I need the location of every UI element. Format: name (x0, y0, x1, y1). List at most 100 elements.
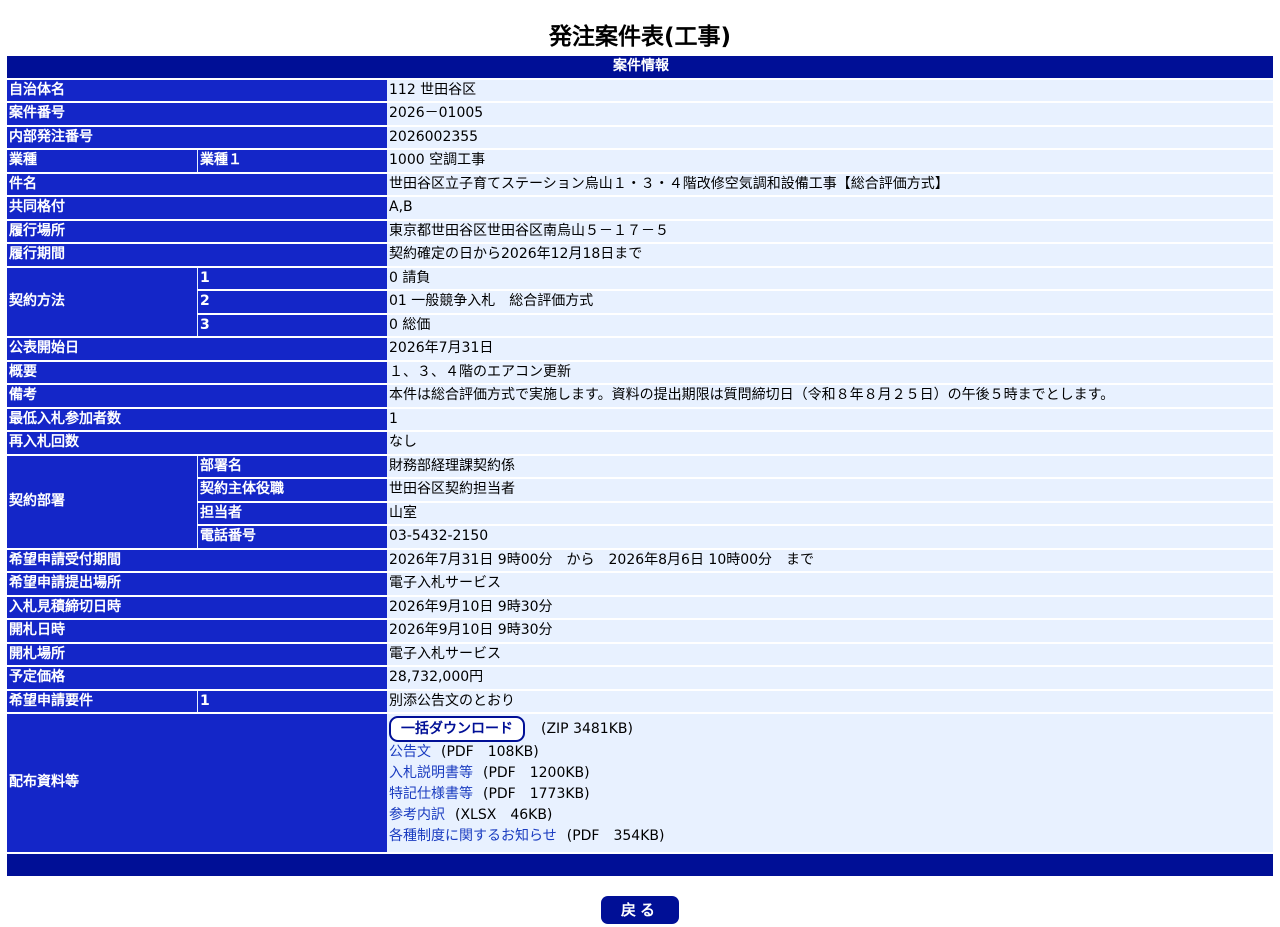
row-yoken: 希望申請要件 1 別添公告文のとおり (7, 690, 1273, 712)
value-shimekiri: 2026年9月10日 9時30分 (387, 596, 1273, 618)
value-hoho-3: 0 総価 (387, 314, 1273, 336)
value-hoho-1: 0 請負 (387, 267, 1273, 289)
label-kohyo: 公表開始日 (7, 338, 387, 360)
footer-bar (7, 854, 1273, 876)
label-gaiyo: 概要 (7, 361, 387, 383)
label-sainyu: 再入札回数 (7, 432, 387, 454)
row-basho: 履行場所 東京都世田谷区世田谷区南烏山５－１７－５ (7, 220, 1273, 242)
sublabel-busho-4: 電話番号 (197, 526, 387, 548)
doc-item: 特記仕様書等 (PDF 1773KB) (389, 784, 1273, 805)
row-kyodo: 共同格付 A,B (7, 197, 1273, 219)
back-button[interactable]: 戻る (601, 896, 679, 924)
label-kaisatsu: 開札日時 (7, 620, 387, 642)
row-teishutsu: 希望申請提出場所 電子入札サービス (7, 573, 1273, 595)
row-anken-no: 案件番号 2026－01005 (7, 103, 1273, 125)
doc-item: 各種制度に関するお知らせ (PDF 354KB) (389, 826, 1273, 847)
value-biko: 本件は総合評価方式で実施します。資料の提出期限は質問締切日（令和８年８月２５日）… (387, 385, 1273, 407)
row-biko: 備考 本件は総合評価方式で実施します。資料の提出期限は質問締切日（令和８年８月２… (7, 385, 1273, 407)
value-busho-3: 山室 (387, 502, 1273, 524)
label-gyoshu: 業種 (7, 150, 197, 172)
section-header: 案件情報 (7, 56, 1273, 78)
label-kyodo: 共同格付 (7, 197, 387, 219)
sublabel-gyoshu: 業種１ (197, 150, 387, 172)
value-kaisatsu-basho: 電子入札サービス (387, 643, 1273, 665)
value-hoho-2: 01 一般競争入札 総合評価方式 (387, 291, 1273, 313)
row-uketsuke: 希望申請受付期間 2026年7月31日 9時00分 から 2026年8月6日 1… (7, 549, 1273, 571)
doc-link-shiyosho[interactable]: 特記仕様書等 (389, 786, 473, 802)
label-yoken: 希望申請要件 (7, 690, 197, 712)
page-title: 発注案件表(工事) (548, 24, 732, 50)
value-kohyo: 2026年7月31日 (387, 338, 1273, 360)
value-saitei: 1 (387, 408, 1273, 430)
row-kaisatsu-basho: 開札場所 電子入札サービス (7, 643, 1273, 665)
label-yotei: 予定価格 (7, 667, 387, 689)
label-naibu-no: 内部発注番号 (7, 126, 387, 148)
doc-link-uchiwake[interactable]: 参考内訳 (389, 807, 445, 823)
row-hoho-3: 3 0 総価 (7, 314, 1273, 336)
label-uketsuke: 希望申請受付期間 (7, 549, 387, 571)
row-kikan: 履行期間 契約確定の日から2026年12月18日まで (7, 244, 1273, 266)
row-saitei: 最低入札参加者数 1 (7, 408, 1273, 430)
sublabel-hoho-1: 1 (197, 267, 387, 289)
value-gyoshu: 1000 空調工事 (387, 150, 1273, 172)
value-kenmei: 世田谷区立子育てステーション烏山１・３・４階改修空気調和設備工事【総合評価方式】 (387, 173, 1273, 195)
label-kikan: 履行期間 (7, 244, 387, 266)
doc-item: 入札説明書等 (PDF 1200KB) (389, 763, 1273, 784)
doc-item: 公告文 (PDF 108KB) (389, 742, 1273, 763)
row-kohyo: 公表開始日 2026年7月31日 (7, 338, 1273, 360)
label-jichitai: 自治体名 (7, 79, 387, 101)
value-kaisatsu: 2026年9月10日 9時30分 (387, 620, 1273, 642)
row-busho-4: 電話番号 03-5432-2150 (7, 526, 1273, 548)
value-gaiyo: １、３、４階のエアコン更新 (387, 361, 1273, 383)
value-naibu-no: 2026002355 (387, 126, 1273, 148)
doc-meta: (XLSX 46KB) (455, 807, 553, 823)
row-kaisatsu: 開札日時 2026年9月10日 9時30分 (7, 620, 1273, 642)
sublabel-busho-2: 契約主体役職 (197, 479, 387, 501)
row-shimekiri: 入札見積締切日時 2026年9月10日 9時30分 (7, 596, 1273, 618)
doc-meta: (PDF 1773KB) (483, 786, 590, 802)
row-haifu: 配布資料等 一括ダウンロード (ZIP 3481KB) 公告文 (PDF 108KB… (7, 714, 1273, 852)
doc-meta: (PDF 1200KB) (483, 765, 590, 781)
sublabel-hoho-3: 3 (197, 314, 387, 336)
value-busho-4: 03-5432-2150 (387, 526, 1273, 548)
label-biko: 備考 (7, 385, 387, 407)
label-saitei: 最低入札参加者数 (7, 408, 387, 430)
value-jichitai: 112 世田谷区 (387, 79, 1273, 101)
bulk-download-meta: (ZIP 3481KB) (541, 721, 633, 737)
sublabel-busho-3: 担当者 (197, 502, 387, 524)
label-teishutsu: 希望申請提出場所 (7, 573, 387, 595)
label-anken-no: 案件番号 (7, 103, 387, 125)
doc-item: 参考内訳 (XLSX 46KB) (389, 805, 1273, 826)
bulk-download-button[interactable]: 一括ダウンロード (389, 716, 525, 742)
row-hoho-2: 2 01 一般競争入札 総合評価方式 (7, 291, 1273, 313)
doc-link-setsumeisho[interactable]: 入札説明書等 (389, 765, 473, 781)
row-jichitai: 自治体名 112 世田谷区 (7, 79, 1273, 101)
row-hoho-1: 契約方法 1 0 請負 (7, 267, 1273, 336)
doc-link-kokokubun[interactable]: 公告文 (389, 744, 431, 760)
label-haifu: 配布資料等 (7, 714, 387, 852)
row-yotei: 予定価格 28,732,000円 (7, 667, 1273, 689)
sublabel-hoho-2: 2 (197, 291, 387, 313)
row-gaiyo: 概要 １、３、４階のエアコン更新 (7, 361, 1273, 383)
value-anken-no: 2026－01005 (387, 103, 1273, 125)
value-busho-1: 財務部経理課契約係 (387, 455, 1273, 477)
row-sainyu: 再入札回数 なし (7, 432, 1273, 454)
sublabel-yoken: 1 (197, 690, 387, 712)
label-kaisatsu-basho: 開札場所 (7, 643, 387, 665)
value-uketsuke: 2026年7月31日 9時00分 から 2026年8月6日 10時00分 まで (387, 549, 1273, 571)
label-shimekiri: 入札見積締切日時 (7, 596, 387, 618)
label-basho: 履行場所 (7, 220, 387, 242)
value-basho: 東京都世田谷区世田谷区南烏山５－１７－５ (387, 220, 1273, 242)
value-yoken: 別添公告文のとおり (387, 690, 1273, 712)
value-kikan: 契約確定の日から2026年12月18日まで (387, 244, 1273, 266)
row-gyoshu: 業種 業種１ 1000 空調工事 (7, 150, 1273, 172)
row-kenmei: 件名 世田谷区立子育てステーション烏山１・３・４階改修空気調和設備工事【総合評価… (7, 173, 1273, 195)
doc-meta: (PDF 354KB) (566, 828, 665, 844)
sublabel-busho-1: 部署名 (197, 455, 387, 477)
label-busho: 契約部署 (7, 455, 197, 548)
doc-meta: (PDF 108KB) (441, 744, 539, 760)
doc-link-oshirase[interactable]: 各種制度に関するお知らせ (389, 828, 557, 844)
value-busho-2: 世田谷区契約担当者 (387, 479, 1273, 501)
footer-bar-cell (7, 854, 1273, 876)
case-info-table: 案件情報 自治体名 112 世田谷区 案件番号 2026－01005 内部発注番… (7, 54, 1273, 878)
